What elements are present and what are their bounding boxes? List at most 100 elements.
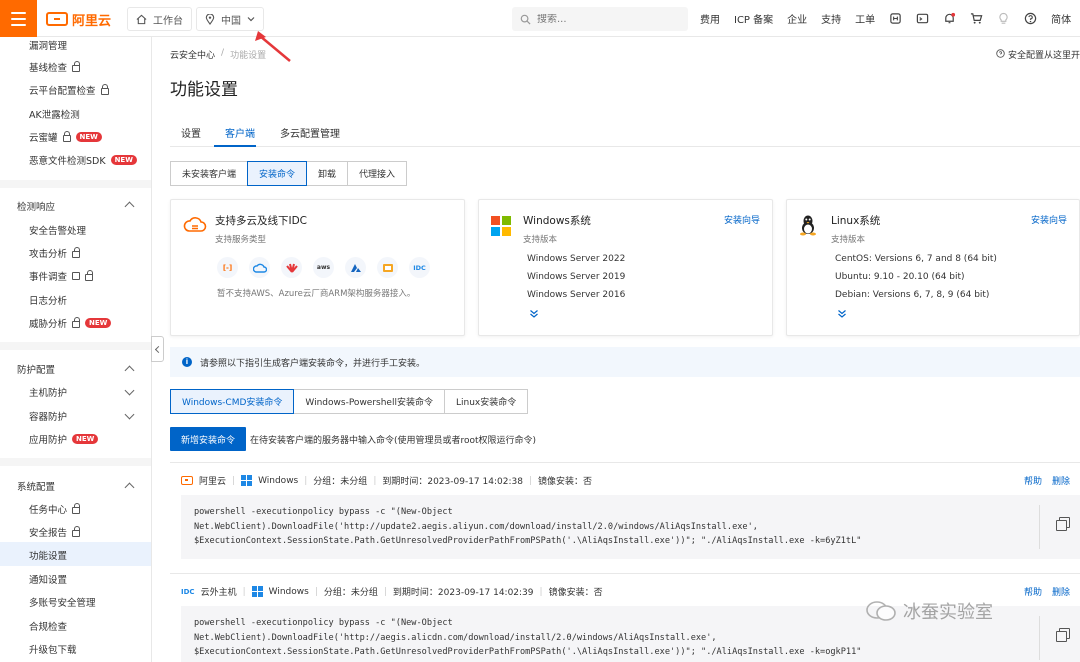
top-link-enterprise[interactable]: 企业 — [787, 11, 807, 26]
double-chevron-down-icon[interactable] — [837, 309, 847, 319]
sidebar-item-notifications[interactable]: 通知设置 — [29, 572, 67, 586]
sidebar-item-label: 基线检查 — [29, 63, 68, 74]
aliyun-logo[interactable]: 阿里云 — [46, 9, 111, 29]
bell-icon[interactable] — [943, 12, 956, 25]
location-icon — [205, 13, 215, 25]
search-box[interactable] — [512, 7, 688, 31]
help-icon[interactable] — [1024, 12, 1037, 25]
security-guide-label: 安全配置从这里开 — [1007, 51, 1080, 61]
sidebar-item-label: 威胁分析 — [29, 319, 68, 330]
workbench-button[interactable]: 工作台 — [127, 7, 192, 31]
sidebar-item-reports[interactable]: 安全报告 — [29, 525, 81, 539]
install-command-code[interactable]: powershell -executionpolicy bypass -c "(… — [181, 495, 1080, 559]
sidebar-item-container-protect[interactable]: 容器防护 — [29, 409, 67, 423]
sidebar-item-upgrade-download[interactable]: 升级包下载 — [29, 642, 77, 656]
new-install-command-button[interactable]: 新增安装命令 — [170, 427, 247, 451]
sidebar-item-honeypot[interactable]: 云蜜罐 NEW — [29, 130, 102, 144]
huawei-cloud-icon — [281, 257, 302, 278]
card-idc-title: 支持多云及线下IDC — [215, 215, 308, 227]
sidebar-item-tasks[interactable]: 任务中心 — [29, 502, 81, 516]
command-type-tabs: Windows-CMD安装命令 Windows-Powershell安装命令 L… — [170, 389, 529, 414]
proxy-access-button[interactable]: 代理接入 — [347, 161, 408, 186]
tab-client[interactable]: 客户端 — [225, 125, 255, 140]
sidebar-item-app-protect[interactable]: 应用防护 NEW — [29, 432, 99, 446]
new-badge: NEW — [85, 318, 112, 328]
double-chevron-down-icon[interactable] — [529, 309, 539, 319]
windows-install-guide-link[interactable]: 安装向导 — [724, 213, 760, 226]
tab-settings[interactable]: 设置 — [181, 125, 201, 140]
sidebar-group-response[interactable]: 检测响应 — [17, 199, 55, 213]
top-link-ticket[interactable]: 工单 — [855, 11, 875, 26]
card-windows-title: Windows系统 — [523, 215, 591, 227]
command-group: 分组：未分组 — [313, 477, 368, 487]
windows-cmd-tab[interactable]: Windows-CMD安装命令 — [170, 389, 295, 414]
top-bar: 阿里云 工作台 中国 费用 ICP 备案 企业 支持 工单 简体 — [0, 0, 1080, 37]
sidebar-item-label: 事件调查 — [29, 272, 68, 283]
terminal-icon[interactable] — [916, 12, 929, 25]
command-expire: 到期时间：2023-09-17 14:02:38 — [382, 477, 523, 487]
uninstall-button[interactable]: 卸载 — [306, 161, 349, 186]
copy-icon[interactable] — [1056, 628, 1070, 642]
top-link-support[interactable]: 支持 — [821, 11, 841, 26]
sidebar-item-attack[interactable]: 攻击分析 — [29, 246, 81, 260]
aliyun-icon — [181, 476, 193, 485]
top-link-icp[interactable]: ICP 备案 — [734, 11, 773, 26]
tab-multicloud[interactable]: 多云配置管理 — [280, 125, 340, 140]
breadcrumb-root[interactable]: 云安全中心 — [170, 48, 215, 61]
command-delete-link[interactable]: 删除 — [1052, 585, 1070, 598]
lock-icon — [72, 526, 81, 537]
lightbulb-icon[interactable] — [997, 12, 1010, 25]
chevron-down-icon[interactable] — [124, 409, 135, 420]
copy-icon[interactable] — [1056, 517, 1070, 531]
cloud-server-icon — [183, 217, 207, 232]
uninstalled-clients-button[interactable]: 未安装客户端 — [170, 161, 249, 186]
sidebar-item-vuln[interactable]: 漏洞管理 — [29, 38, 67, 52]
sidebar-item-cloud-config[interactable]: 云平台配置检查 — [29, 83, 109, 97]
security-guide-link[interactable]: 安全配置从这里开 — [996, 48, 1080, 61]
linux-install-guide-link[interactable]: 安装向导 — [1031, 213, 1067, 226]
sidebar-item-label: 合规检查 — [29, 622, 68, 633]
wechat-icon — [866, 601, 896, 621]
command-delete-link[interactable]: 删除 — [1052, 474, 1070, 487]
command-entry: 阿里云 | Windows | 分组：未分组 | 到期时间：2023-09-17… — [170, 462, 1080, 572]
menu-button[interactable] — [0, 0, 37, 37]
tabs: 设置 客户端 多云配置管理 — [170, 121, 1080, 147]
sidebar-item-host-protect[interactable]: 主机防护 — [29, 385, 67, 399]
command-group: 分组：未分组 — [323, 588, 378, 598]
search-input[interactable] — [537, 13, 667, 25]
language-switch[interactable]: 简体 — [1051, 11, 1071, 26]
chevron-up-icon[interactable] — [124, 365, 135, 376]
top-link-fees[interactable]: 费用 — [700, 11, 720, 26]
command-vendor: 阿里云 — [199, 477, 227, 487]
sidebar-item-label: 日志分析 — [29, 296, 68, 307]
install-command-button[interactable]: 安装命令 — [247, 161, 308, 186]
sidebar-item-feature-settings[interactable]: 功能设置 — [29, 548, 67, 562]
main-content: 云安全中心 / 功能设置 安全配置从这里开 功能设置 设置 客户端 多云配置管理… — [153, 37, 1080, 662]
command-actions: 帮助 删除 — [1024, 585, 1070, 598]
chevron-up-icon[interactable] — [124, 201, 135, 212]
sidebar-item-threat[interactable]: 威胁分析 NEW — [29, 316, 112, 330]
cart-icon[interactable] — [970, 12, 983, 25]
linux-command-tab[interactable]: Linux安装命令 — [443, 389, 529, 414]
sidebar-item-baseline[interactable]: 基线检查 — [29, 60, 81, 74]
code-icon[interactable] — [889, 12, 902, 25]
lock-icon — [72, 317, 81, 328]
sidebar-item-investigation[interactable]: 事件调查 — [29, 269, 94, 283]
command-help-link[interactable]: 帮助 — [1024, 585, 1042, 598]
sidebar-item-ak-leak[interactable]: AK泄露检测 — [29, 107, 80, 121]
sidebar-item-logs[interactable]: 日志分析 — [29, 293, 67, 307]
sidebar-item-multi-account[interactable]: 多账号安全管理 — [29, 595, 96, 609]
windows-powershell-tab[interactable]: Windows-Powershell安装命令 — [293, 389, 445, 414]
sidebar-group-protect[interactable]: 防护配置 — [17, 362, 55, 376]
sidebar-item-alerts[interactable]: 安全告警处理 — [29, 223, 86, 237]
linux-tux-icon — [800, 215, 816, 236]
chevron-down-icon[interactable] — [124, 385, 135, 396]
sidebar-item-label: 漏洞管理 — [29, 41, 68, 52]
command-help-link[interactable]: 帮助 — [1024, 474, 1042, 487]
command-meta: IDC 云外主机 | Windows | 分组：未分组 | 到期时间：2023-… — [181, 586, 603, 598]
chevron-up-icon[interactable] — [124, 482, 135, 493]
sidebar-item-label: 云平台配置检查 — [29, 86, 96, 97]
sidebar-item-compliance[interactable]: 合规检查 — [29, 619, 67, 633]
sidebar-group-system[interactable]: 系统配置 — [17, 479, 55, 493]
sidebar-item-malware-sdk[interactable]: 恶意文件检测SDK NEW — [29, 153, 137, 167]
